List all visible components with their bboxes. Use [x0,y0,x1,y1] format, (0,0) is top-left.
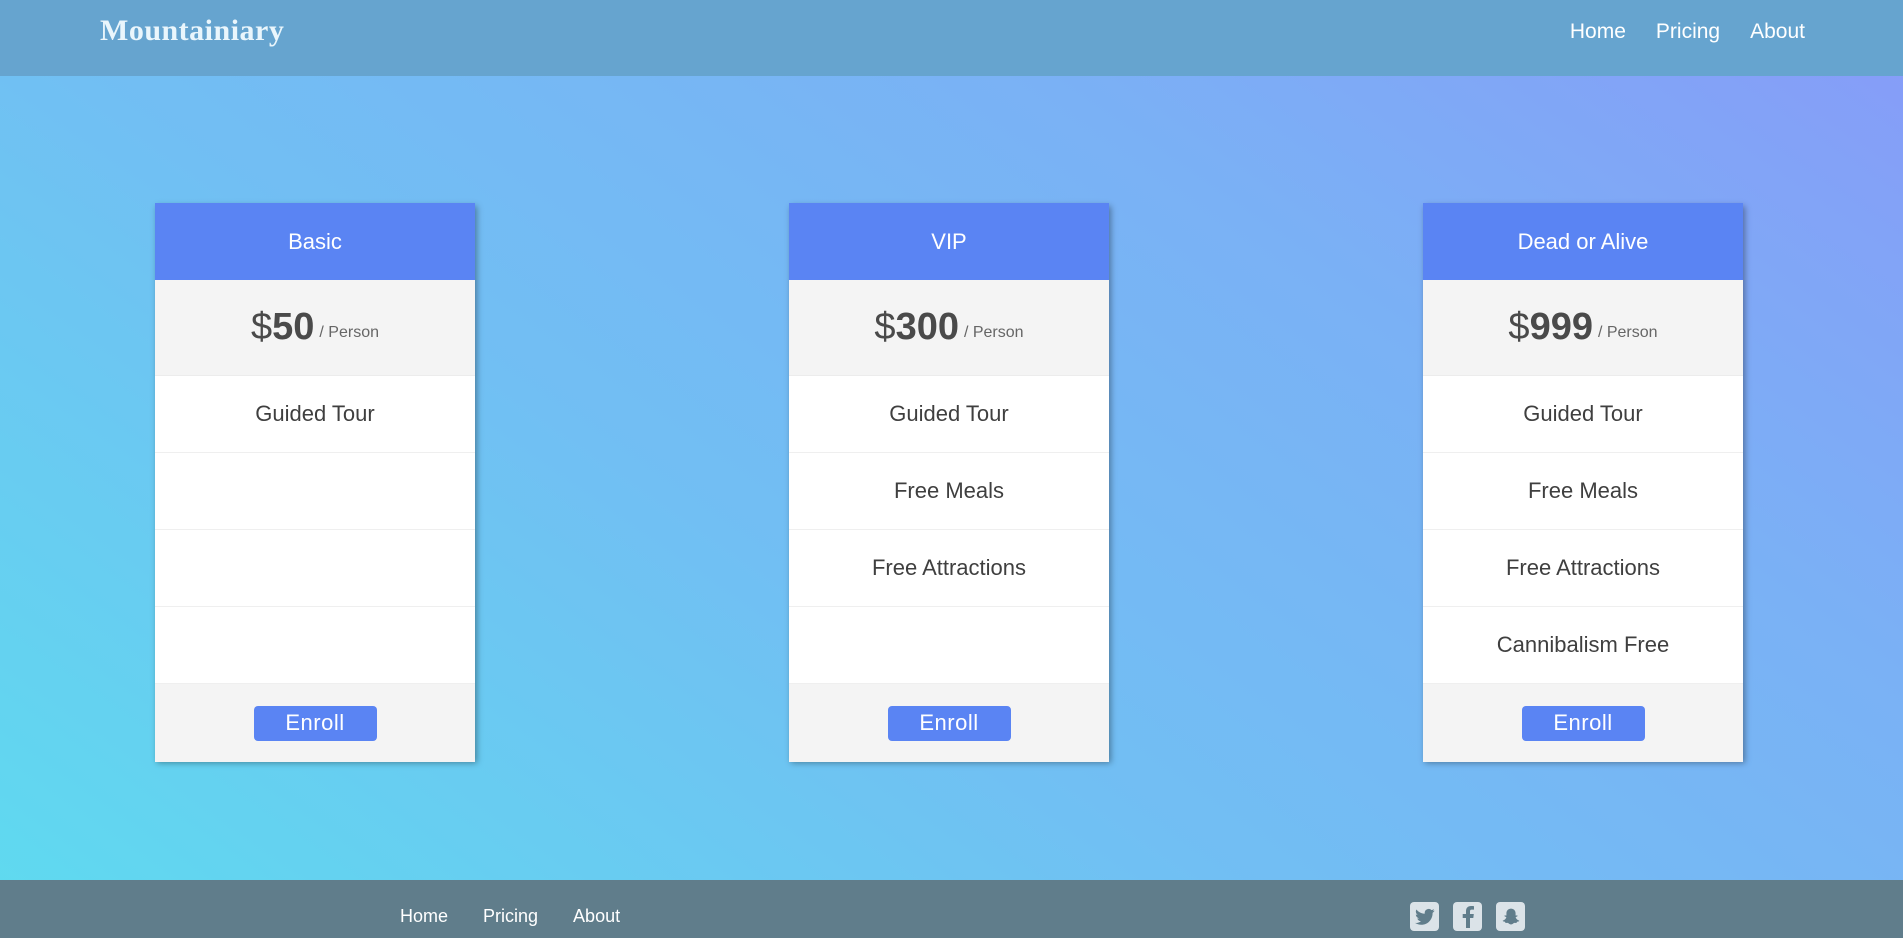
feature-item [789,607,1109,684]
plan-name: Basic [155,203,475,280]
price-unit: / Person [963,323,1024,341]
footer-pricing-link[interactable]: Pricing [483,906,538,927]
card-footer: Enroll [155,684,475,762]
footer-about-link[interactable]: About [573,906,620,927]
pricing-card-vip: VIP $300 / Person Guided Tour Free Meals… [789,203,1109,762]
feature-item [155,607,475,684]
price-value: 50 [272,306,315,348]
feature-item: Free Meals [789,453,1109,530]
site-footer: Home Pricing About [0,880,1903,938]
plan-price: $50 / Person [155,280,475,376]
enroll-button-vip[interactable]: Enroll [887,705,1011,741]
plan-name: VIP [789,203,1109,280]
pricing-card-dead-or-alive: Dead or Alive $999 / Person Guided Tour … [1423,203,1743,762]
card-footer: Enroll [789,684,1109,762]
price-unit: / Person [1597,323,1658,341]
plan-price: $300 / Person [789,280,1109,376]
feature-item: Free Meals [1423,453,1743,530]
feature-item: Free Attractions [789,530,1109,607]
social-links [1410,902,1525,931]
feature-item: Cannibalism Free [1423,607,1743,684]
price-amount: $999 [1508,306,1593,349]
nav-about-link[interactable]: About [1750,20,1805,44]
card-footer: Enroll [1423,684,1743,762]
price-value: 999 [1529,306,1593,348]
enroll-button-dead-or-alive[interactable]: Enroll [1521,705,1645,741]
price-unit: / Person [319,323,379,341]
footer-home-link[interactable]: Home [400,906,448,927]
price-currency: $ [1508,306,1530,348]
twitter-icon[interactable] [1410,902,1439,931]
plan-name: Dead or Alive [1423,203,1743,280]
footer-nav: Home Pricing About [400,906,620,927]
price-amount: $50 [251,306,314,349]
price-currency: $ [250,306,273,348]
enroll-button-basic[interactable]: Enroll [253,705,377,741]
price-value: 300 [895,306,959,348]
feature-item: Guided Tour [1423,376,1743,453]
brand-logo[interactable]: Mountainiary [100,14,284,48]
feature-item [155,530,475,607]
price-amount: $300 [874,306,959,349]
plan-price: $999 / Person [1423,280,1743,376]
price-currency: $ [874,306,896,348]
pricing-card-basic: Basic $50 / Person Guided Tour Enroll [155,203,475,762]
site-header: Mountainiary Home Pricing About [0,0,1903,76]
nav-pricing-link[interactable]: Pricing [1656,20,1720,44]
feature-item: Guided Tour [155,376,475,453]
header-nav: Home Pricing About [1570,20,1805,44]
snapchat-icon[interactable] [1496,902,1525,931]
feature-item: Guided Tour [789,376,1109,453]
facebook-icon[interactable] [1453,902,1482,931]
feature-item [155,453,475,530]
feature-item: Free Attractions [1423,530,1743,607]
nav-home-link[interactable]: Home [1570,20,1626,44]
